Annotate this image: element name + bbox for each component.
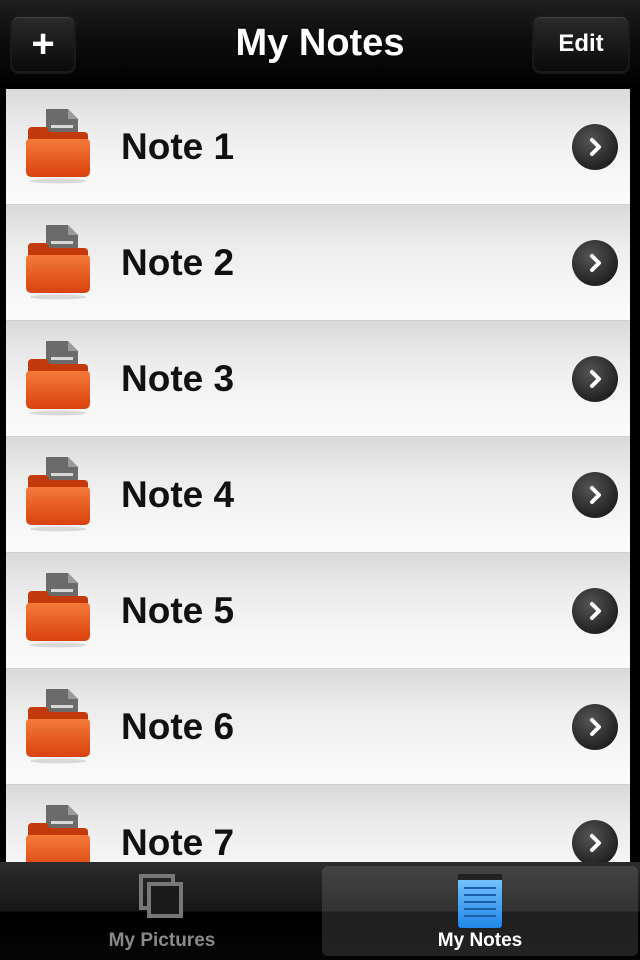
chevron-right-icon[interactable] [572,472,618,518]
chevron-right-icon[interactable] [572,704,618,750]
note-folder-icon [26,689,90,764]
note-folder-icon [26,225,90,300]
chevron-right-icon[interactable] [572,356,618,402]
tab-label: My Notes [437,930,523,951]
notes-list: Note 1 Note 2 Note 3 Note 4 Note 5 Note … [6,89,630,862]
note-title: Note 5 [121,590,235,631]
note-folder-icon [26,457,90,532]
navigation-bar: My Notes + Edit [0,0,640,89]
note-row[interactable]: Note 5 [6,553,630,669]
note-row[interactable]: Note 1 [6,89,630,205]
tab-my-pictures[interactable]: My Pictures [4,866,320,956]
chevron-right-icon[interactable] [572,588,618,634]
note-row[interactable]: Note 6 [6,669,630,785]
note-title: Note 6 [121,706,235,747]
tab-bar: My Pictures My Notes [0,862,640,960]
notepad-icon [458,874,502,928]
chevron-right-icon[interactable] [572,820,618,862]
stacked-pictures-icon [139,874,183,918]
note-title: Note 2 [121,242,235,283]
note-folder-icon [26,805,90,862]
tab-label: My Pictures [108,930,216,951]
note-row[interactable]: Note 2 [6,205,630,321]
edit-button[interactable]: Edit [532,15,630,73]
chevron-right-icon[interactable] [572,124,618,170]
chevron-right-icon[interactable] [572,240,618,286]
note-folder-icon [26,109,90,184]
note-title: Note 7 [121,822,235,862]
note-title: Note 4 [121,474,235,515]
note-row[interactable]: Note 4 [6,437,630,553]
note-title: Note 1 [121,126,235,167]
tab-my-notes[interactable]: My Notes [322,866,638,956]
note-folder-icon [26,341,90,416]
note-row[interactable]: Note 3 [6,321,630,437]
note-folder-icon [26,573,90,648]
note-row[interactable]: Note 7 [6,785,630,862]
note-title: Note 3 [121,358,235,399]
add-note-button[interactable]: + [10,15,76,73]
